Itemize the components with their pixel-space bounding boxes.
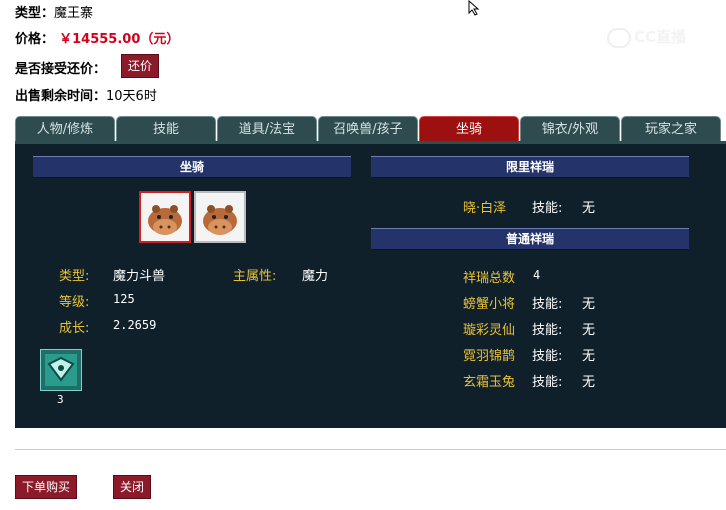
xiangrui-skill-label-4: 技能: [532, 375, 563, 390]
tab-home[interactable]: 玩家之家 [621, 116, 721, 142]
tab-skills[interactable]: 技能 [116, 116, 216, 142]
xiangrui-skill-label-2: 技能: [532, 323, 563, 338]
xiangrui-total-value: 4 [533, 268, 541, 282]
cc-logo-icon [607, 27, 631, 48]
buy-button[interactable]: 下单购买 [15, 475, 77, 499]
hippo-mount-icon [203, 205, 237, 235]
xiangrui-skill-value-3: 无 [582, 349, 596, 364]
type-label: 类型： [15, 6, 55, 21]
xiangrui-skill-value-4: 无 [582, 375, 596, 390]
mount-image-1[interactable] [139, 191, 191, 243]
xiangrui-name-3: 霓羽锦鹊 [463, 349, 516, 364]
mount-type-label: 类型: [59, 269, 90, 284]
xiangrui-name-4: 玄霜玉兔 [463, 375, 516, 390]
tab-items[interactable]: 道具/法宝 [217, 116, 317, 142]
bargain-button[interactable]: 还价 [121, 54, 159, 78]
xiangrui-total-label: 祥瑞总数 [463, 271, 516, 286]
bargain-label: 是否接受还价： [15, 62, 107, 77]
mount-panel: 坐骑 限里祥瑞 类型: 魔力斗兽 主属性: 魔力 等级: 125 成长: 2.2… [15, 141, 726, 428]
level-label: 等级: [59, 295, 90, 310]
type-value: 魔王寨 [54, 6, 94, 21]
main-attr-value: 魔力 [302, 269, 329, 284]
divider [15, 449, 726, 450]
mount-header: 坐骑 [33, 156, 351, 178]
xiangrui-skill-label-3: 技能: [532, 349, 563, 364]
growth-label: 成长: [59, 321, 90, 336]
time-row: 出售剩余时间：10天6时 [15, 85, 157, 104]
tab-pets[interactable]: 召唤兽/孩子 [318, 116, 418, 142]
type-row: 类型：魔王寨 [15, 2, 93, 21]
normal-header: 普通祥瑞 [371, 228, 689, 250]
bargain-row: 是否接受还价： [15, 58, 106, 77]
limited-skill-value: 无 [582, 201, 596, 216]
decoration-item-icon [45, 354, 77, 386]
xiangrui-skill-label-1: 技能: [532, 297, 563, 312]
hippo-mount-icon [148, 205, 182, 235]
mount-item-slot[interactable] [40, 349, 82, 391]
watermark-text: CC直播 [634, 28, 687, 46]
growth-value: 2.2659 [113, 318, 157, 332]
xiangrui-name-2: 璇彩灵仙 [463, 323, 516, 338]
price-label: 价格： [15, 32, 55, 47]
price-row: 价格： ￥14555.00（元） [15, 28, 179, 47]
time-value: 10天6时 [106, 89, 157, 104]
price-value: ￥14555.00（元） [59, 32, 180, 47]
mount-item-count: 3 [57, 393, 64, 406]
limited-name: 晓·白泽 [463, 201, 507, 216]
tab-character[interactable]: 人物/修炼 [15, 116, 115, 142]
mouse-cursor-icon [468, 0, 480, 16]
mount-type-value: 魔力斗兽 [113, 269, 166, 284]
close-button[interactable]: 关闭 [113, 475, 151, 499]
watermark: CC直播 [607, 26, 686, 48]
xiangrui-name-1: 螃蟹小将 [463, 297, 516, 312]
limited-header: 限里祥瑞 [371, 156, 689, 178]
limited-skill-label: 技能: [532, 201, 563, 216]
tab-outfit[interactable]: 锦衣/外观 [520, 116, 620, 142]
main-attr-label: 主属性: [233, 269, 277, 284]
xiangrui-skill-value-2: 无 [582, 323, 596, 338]
mount-image-2[interactable] [194, 191, 246, 243]
time-label: 出售剩余时间： [15, 89, 107, 104]
level-value: 125 [113, 292, 135, 306]
tab-mount[interactable]: 坐骑 [419, 116, 519, 142]
xiangrui-skill-value-1: 无 [582, 297, 596, 312]
